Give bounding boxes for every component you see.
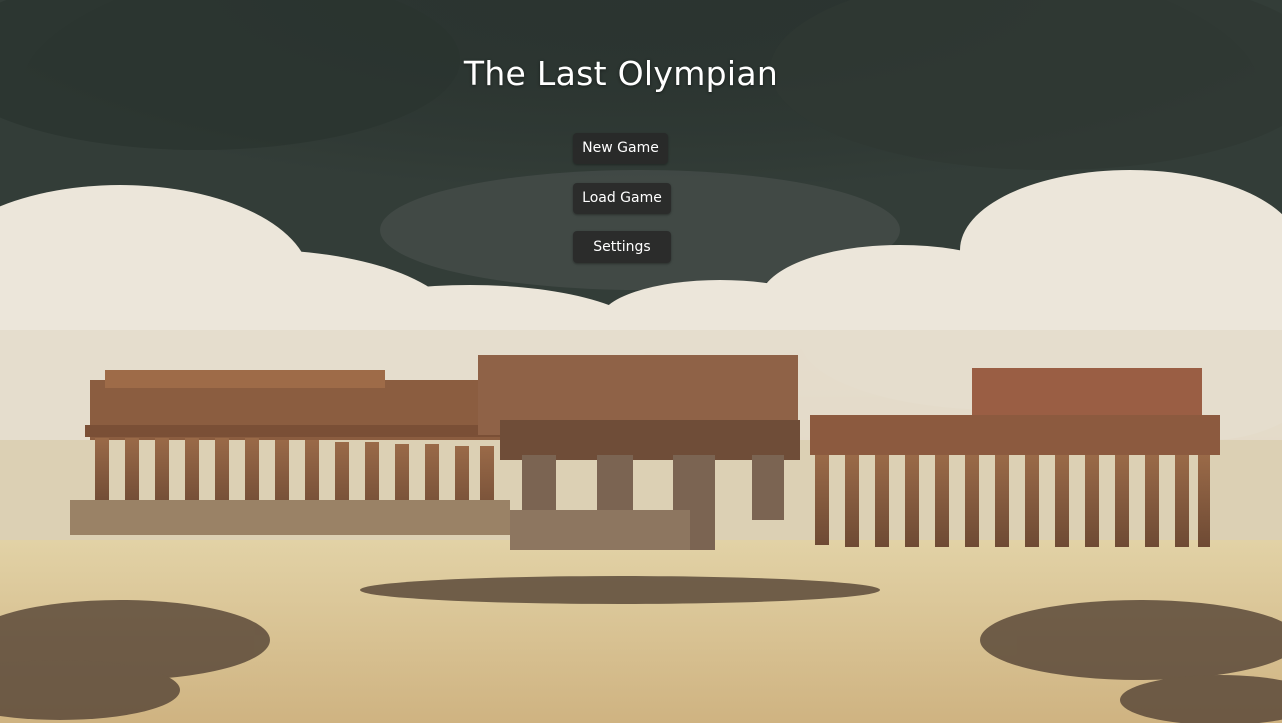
main-menu-screen: The Last Olympian New Game Load Game Set… (0, 0, 1282, 723)
background-artwork (0, 0, 1282, 723)
settings-button[interactable]: Settings (573, 231, 671, 263)
game-title: The Last Olympian (463, 54, 779, 93)
new-game-button[interactable]: New Game (573, 133, 668, 164)
load-game-button[interactable]: Load Game (573, 183, 671, 214)
